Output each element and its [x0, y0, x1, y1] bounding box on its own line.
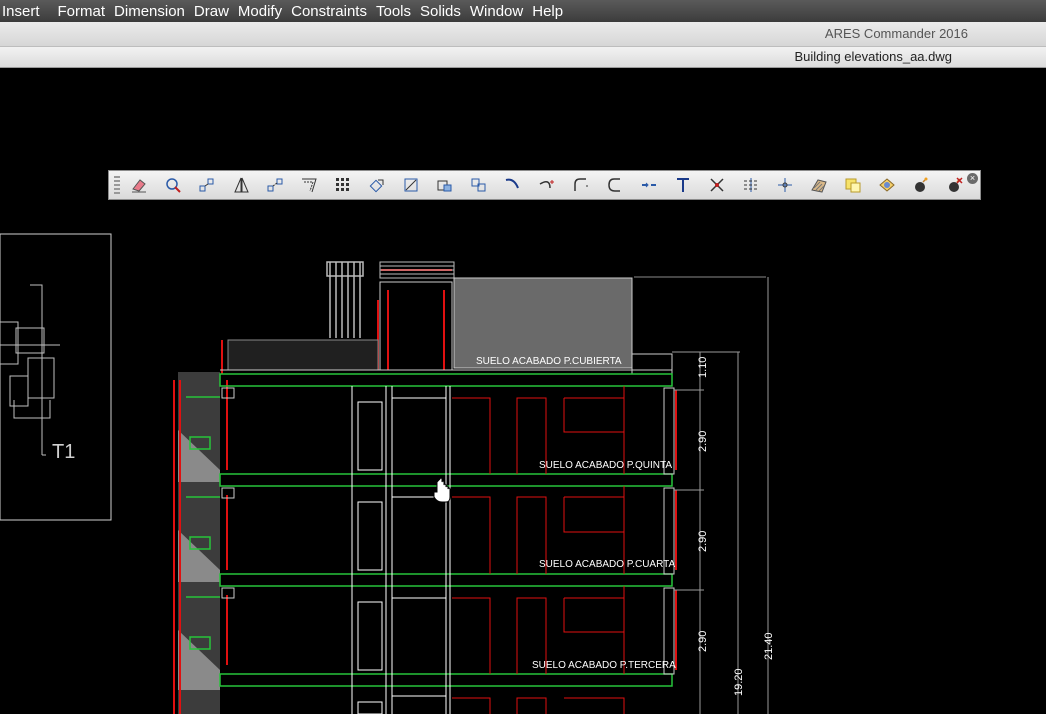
mirror-icon[interactable]: [194, 174, 220, 196]
scale-icon[interactable]: [432, 174, 458, 196]
eraser-icon[interactable]: [126, 174, 152, 196]
cad-drawing[interactable]: T1 SUELO ACABADO P.CUBIERTA SUELO ACABAD…: [0, 68, 1046, 714]
dim-text: 2.90: [697, 531, 709, 552]
divide-icon[interactable]: [738, 174, 764, 196]
document-tab-bar: Building elevations_aa.dwg: [0, 46, 1046, 68]
menu-window[interactable]: Window: [461, 3, 523, 20]
menu-format[interactable]: Format: [49, 3, 106, 20]
dim-text: 2.90: [697, 431, 709, 452]
level-label-roof: SUELO ACABADO P.CUBIERTA: [476, 356, 622, 367]
menu-tools[interactable]: Tools: [367, 3, 411, 20]
toolbar-close-button[interactable]: ×: [967, 173, 978, 184]
menu-constraints[interactable]: Constraints: [282, 3, 367, 20]
level-label-fourth: SUELO ACABADO P.CUARTA: [539, 559, 675, 570]
extend-icon[interactable]: [534, 174, 560, 196]
dim-text: 21.40: [763, 632, 775, 660]
document-tab[interactable]: Building elevations_aa.dwg: [794, 49, 952, 64]
walls: [351, 386, 451, 714]
roof-volume: [453, 277, 633, 369]
stair-box: [379, 281, 453, 371]
offset-parallel-icon[interactable]: [262, 174, 288, 196]
split-icon[interactable]: [772, 174, 798, 196]
hatch-icon[interactable]: [806, 174, 832, 196]
boolean-icon[interactable]: [874, 174, 900, 196]
array-icon[interactable]: [330, 174, 356, 196]
dimension-texts: 1.10 2.90 2.90 2.90 21.40 19.20: [697, 357, 775, 696]
chimneys: [326, 261, 364, 338]
menu-bar: Insert Format Dimension Draw Modify Constrain…: [0, 0, 1046, 22]
window-jambs: [221, 387, 675, 675]
section-label: T1: [52, 441, 75, 463]
dimension-lines: [672, 277, 769, 714]
modify-toolbar: ×: [108, 170, 981, 200]
move-icon[interactable]: [364, 174, 390, 196]
chamfer-icon[interactable]: [296, 174, 322, 196]
explode-icon[interactable]: [704, 174, 730, 196]
roof-garden: [227, 339, 379, 371]
fillet-icon[interactable]: [568, 174, 594, 196]
level-label-third: SUELO ACABADO P.TERCERA: [532, 660, 676, 671]
title-bar: ARES Commander 2016: [0, 22, 1046, 46]
floor-slabs: [186, 373, 673, 687]
dim-text: 19.20: [733, 668, 745, 696]
menu-help[interactable]: Help: [523, 3, 563, 20]
rotate-icon[interactable]: [398, 174, 424, 196]
menu-draw[interactable]: Draw: [185, 3, 229, 20]
copy-icon[interactable]: [160, 174, 186, 196]
join-icon[interactable]: [670, 174, 696, 196]
menu-solids[interactable]: Solids: [411, 3, 461, 20]
dim-text: 2.90: [697, 631, 709, 652]
app-title: ARES Commander 2016: [824, 26, 968, 41]
menu-modify[interactable]: Modify: [229, 3, 282, 20]
arc-icon[interactable]: [602, 174, 628, 196]
toolbar-grip[interactable]: [114, 176, 120, 194]
stretch-icon[interactable]: [466, 174, 492, 196]
level-label-fifth: SUELO ACABADO P.QUINTA: [539, 460, 672, 471]
bomb-delete-icon[interactable]: [942, 174, 968, 196]
region-icon[interactable]: [840, 174, 866, 196]
plan-sketch: [0, 284, 60, 456]
drawing-canvas[interactable]: T1 SUELO ACABADO P.CUBIERTA SUELO ACABAD…: [0, 68, 1046, 714]
menu-insert[interactable]: Insert: [2, 3, 49, 20]
hand-cursor-icon: [433, 477, 451, 503]
break-icon[interactable]: [636, 174, 662, 196]
trim-icon[interactable]: [500, 174, 526, 196]
plan-viewport[interactable]: [0, 233, 112, 521]
menu-dimension[interactable]: Dimension: [105, 3, 185, 20]
dim-text: 1.10: [697, 357, 709, 378]
offset-icon[interactable]: [228, 174, 254, 196]
bomb-icon[interactable]: [908, 174, 934, 196]
